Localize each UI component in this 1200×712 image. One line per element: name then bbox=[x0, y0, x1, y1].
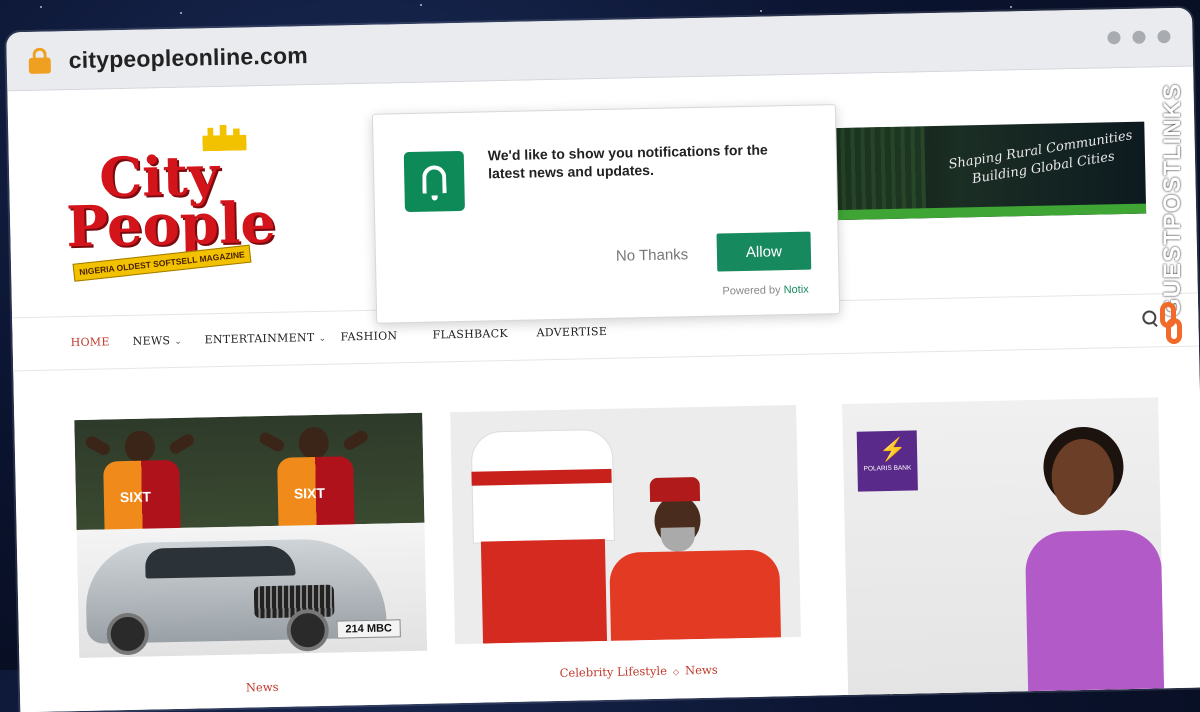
shirt-sponsor: SIXT bbox=[119, 488, 152, 506]
article-category[interactable]: News bbox=[246, 680, 279, 695]
car-photo: 214 MBC bbox=[76, 522, 428, 659]
city-skyline-graphic bbox=[834, 126, 927, 221]
web-page: City People NIGERIA OLDEST SOFTSELL MAGA… bbox=[7, 66, 1200, 712]
polaris-bank-logo: ⚡ POLARIS BANK bbox=[856, 430, 918, 492]
allow-button[interactable]: Allow bbox=[716, 231, 812, 272]
window-dot-icon[interactable] bbox=[1107, 31, 1121, 45]
nav-label: FASHION bbox=[340, 329, 398, 344]
category-link[interactable]: Celebrity Lifestyle bbox=[560, 664, 668, 680]
guestpostlinks-watermark: GUESTPOSTLINKS bbox=[1156, 58, 1192, 358]
header-banner-ad[interactable]: Shaping Rural Communities Building Globa… bbox=[834, 121, 1147, 221]
nav-item-home[interactable]: HOME bbox=[71, 335, 110, 349]
nav-item-news[interactable]: NEWS ⌄ bbox=[132, 334, 182, 348]
window-dot-icon[interactable] bbox=[1157, 30, 1171, 44]
window-dot-icon[interactable] bbox=[1132, 30, 1146, 44]
nav-label: NEWS bbox=[132, 334, 171, 348]
lock-icon bbox=[28, 47, 51, 74]
powered-brand-link[interactable]: Notix bbox=[784, 284, 809, 297]
nav-label: FLASHBACK bbox=[432, 326, 509, 342]
no-thanks-button[interactable]: No Thanks bbox=[616, 246, 689, 265]
article-categories: Celebrity Lifestyle ◇ News bbox=[560, 663, 718, 680]
bolt-icon: ⚡ bbox=[878, 436, 907, 463]
article-image-1[interactable]: SIXT SIXT 214 MBC bbox=[74, 412, 428, 659]
license-plate: 214 MBC bbox=[336, 619, 401, 639]
ad-brand-text: POLARIS BANK bbox=[863, 464, 912, 473]
powered-by: Powered by Notix bbox=[722, 284, 808, 298]
player-photo: SIXT bbox=[83, 424, 197, 532]
nav-item-fashion[interactable]: FASHION bbox=[340, 329, 397, 343]
watermark-text: GUESTPOSTLINKS bbox=[1159, 82, 1186, 317]
nav-item-entertainment[interactable]: ENTERTAINMENT ⌄ bbox=[204, 331, 327, 347]
woman-photo bbox=[1023, 425, 1165, 701]
nav-label: ENTERTAINMENT bbox=[204, 331, 315, 347]
shirt-sponsor: SIXT bbox=[293, 484, 326, 502]
man-photo bbox=[608, 475, 781, 641]
banner-slogan: Shaping Rural Communities Building Globa… bbox=[947, 128, 1134, 188]
nav-label: HOME bbox=[70, 335, 110, 350]
chevron-down-icon: ⌄ bbox=[174, 336, 183, 347]
woman-photo bbox=[470, 409, 615, 644]
nav-item-flashback[interactable]: FLASHBACK bbox=[432, 327, 508, 342]
powered-prefix: Powered by bbox=[722, 284, 781, 298]
site-logo[interactable]: City People NIGERIA OLDEST SOFTSELL MAGA… bbox=[64, 123, 307, 282]
link-icon bbox=[1160, 302, 1186, 348]
player-photo: SIXT bbox=[257, 420, 370, 528]
diamond-icon: ◇ bbox=[672, 667, 680, 677]
popup-message: We'd like to show you notifications for … bbox=[487, 141, 768, 182]
chevron-down-icon: ⌄ bbox=[318, 333, 327, 344]
bell-icon bbox=[403, 150, 465, 213]
nav-item-advertise[interactable]: ADVERTISE bbox=[536, 325, 607, 339]
window-controls bbox=[1107, 30, 1171, 45]
url-text[interactable]: citypeopleonline.com bbox=[68, 42, 308, 74]
notification-permission-popup: We'd like to show you notifications for … bbox=[371, 104, 841, 324]
article-image-2[interactable] bbox=[450, 404, 801, 645]
browser-window: citypeopleonline.com City People NIGERIA… bbox=[6, 7, 1200, 712]
nav-label: ADVERTISE bbox=[536, 324, 608, 340]
sidebar-ad-image[interactable]: ⚡ POLARIS BANK bbox=[842, 397, 1165, 704]
